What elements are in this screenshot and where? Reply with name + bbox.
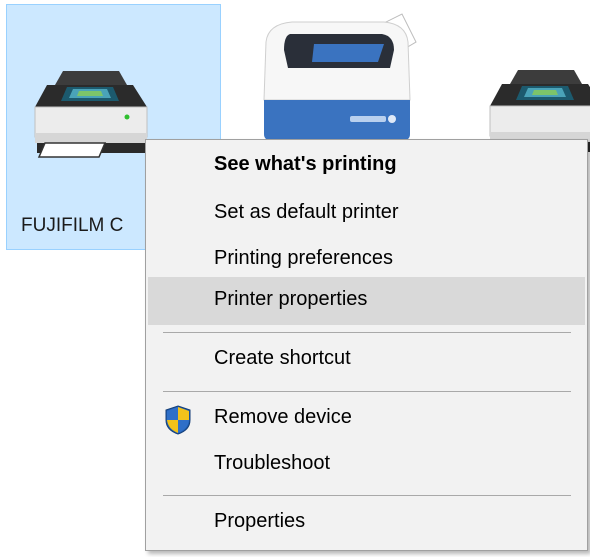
menu-item-troubleshoot[interactable]: Troubleshoot [148, 441, 585, 489]
menu-item-label: Create shortcut [214, 347, 351, 369]
menu-item-label: Remove device [214, 406, 352, 428]
menu-separator [163, 332, 571, 333]
devices-and-printers-view: FUJIFILM C See what's printing Set as de… [0, 0, 590, 557]
menu-item-set-default-printer[interactable]: Set as default printer [148, 190, 585, 238]
menu-item-create-shortcut[interactable]: Create shortcut [148, 336, 585, 384]
menu-item-see-whats-printing[interactable]: See what's printing [148, 142, 585, 190]
menu-item-remove-device[interactable]: Remove device [148, 395, 585, 443]
uac-shield-icon [165, 405, 191, 435]
menu-item-properties[interactable]: Properties [148, 499, 585, 547]
menu-item-label: Troubleshoot [214, 452, 330, 474]
printer-icon [34, 71, 148, 158]
menu-item-label: Printer properties [214, 288, 368, 310]
menu-item-label: See what's printing [214, 153, 397, 175]
xerox-printer-icon [263, 13, 417, 140]
menu-item-label: Printing preferences [214, 247, 393, 269]
menu-item-label: Properties [214, 510, 306, 532]
menu-item-printer-properties[interactable]: Printer properties [148, 277, 585, 325]
device-label: FUJIFILM C [21, 215, 124, 236]
context-menu: See what's printing Set as default print… [145, 139, 588, 551]
menu-separator [163, 391, 571, 392]
menu-item-label: Set as default printer [214, 201, 399, 223]
menu-separator [163, 495, 571, 496]
